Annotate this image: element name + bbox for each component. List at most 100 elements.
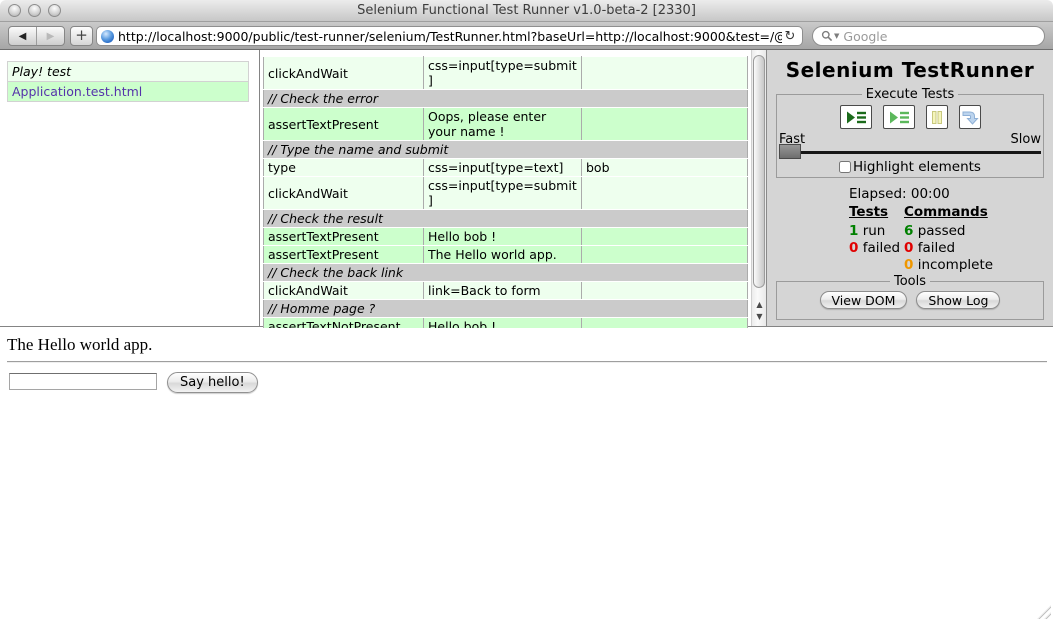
stat-value: 1 bbox=[849, 223, 858, 239]
suite-table: Play! test Application.test.html bbox=[7, 61, 249, 102]
view-dom-button[interactable]: View DOM bbox=[820, 291, 908, 309]
play-icon bbox=[888, 110, 910, 125]
target-cell: Oops, please enter your name ! bbox=[424, 108, 582, 141]
command-cell: type bbox=[264, 159, 424, 177]
pause-button[interactable] bbox=[926, 105, 948, 129]
window-title: Selenium Functional Test Runner v1.0-bet… bbox=[0, 3, 1053, 18]
stat-value: 0 bbox=[849, 240, 858, 256]
search-magnifier-icon bbox=[821, 30, 833, 42]
run-all-tests-button[interactable] bbox=[840, 105, 872, 129]
stat-header: Commands bbox=[904, 204, 993, 220]
test-table: clickAndWaitcss=input[type=submit]// Che… bbox=[263, 56, 748, 336]
forward-arrow-icon: ▶ bbox=[47, 31, 55, 42]
comment-row: // Check the result bbox=[264, 210, 748, 228]
stat-value: 6 bbox=[904, 223, 913, 239]
step-arrow-icon bbox=[960, 109, 980, 126]
browser-toolbar: ◀ ▶ + ↻ ▼ bbox=[0, 22, 1053, 50]
target-cell: css=input[type=text] bbox=[424, 159, 582, 177]
command-row: assertTextPresentOops, please enter your… bbox=[264, 108, 748, 141]
comment-row: // Type the name and submit bbox=[264, 141, 748, 159]
target-cell: link=Back to form bbox=[424, 282, 582, 300]
back-button[interactable]: ◀ bbox=[9, 27, 37, 45]
suite-test-link[interactable]: Application.test.html bbox=[12, 84, 142, 99]
stat-row: 0 failed bbox=[849, 241, 904, 255]
show-log-button[interactable]: Show Log bbox=[916, 291, 1000, 309]
slow-label: Slow bbox=[1011, 132, 1041, 147]
search-field[interactable]: ▼ bbox=[812, 26, 1045, 46]
scroll-down-arrow-icon[interactable]: ▼ bbox=[752, 312, 767, 322]
execute-tests-fieldset: Execute Tests bbox=[776, 94, 1044, 178]
comment-row: // Check the error bbox=[264, 90, 748, 108]
elapsed-time: Elapsed: 00:00 bbox=[849, 186, 950, 202]
command-cell: assertTextPresent bbox=[264, 228, 424, 246]
stat-row: 0 incomplete bbox=[904, 258, 993, 272]
command-cell: clickAndWait bbox=[264, 57, 424, 90]
run-selected-test-button[interactable] bbox=[883, 105, 915, 129]
execute-tests-legend: Execute Tests bbox=[862, 87, 959, 102]
search-input[interactable] bbox=[843, 29, 1036, 44]
stat-column-commands: Commands 6 passed 0 failed 0 incomplete bbox=[904, 204, 993, 275]
address-bar-input[interactable] bbox=[118, 29, 782, 44]
stat-row: 6 passed bbox=[904, 224, 993, 238]
nav-buttons: ◀ ▶ bbox=[8, 26, 65, 46]
tools-legend: Tools bbox=[890, 274, 930, 289]
app-heading: The Hello world app. bbox=[7, 335, 152, 355]
reload-button[interactable]: ↻ bbox=[782, 29, 798, 44]
speed-slider-thumb[interactable] bbox=[779, 144, 801, 159]
value-cell bbox=[582, 108, 748, 141]
comment-text: // Check the result bbox=[264, 210, 748, 228]
site-favicon-globe-icon bbox=[101, 30, 114, 43]
vertical-scrollbar[interactable]: ▲ ▼ bbox=[751, 50, 766, 326]
value-cell bbox=[582, 177, 748, 210]
stat-column-tests: Tests 1 run 0 failed bbox=[849, 204, 904, 275]
speed-slider-track[interactable] bbox=[779, 151, 1041, 154]
value-cell bbox=[582, 57, 748, 90]
command-cell: clickAndWait bbox=[264, 282, 424, 300]
suite-title-row: Play! test bbox=[8, 62, 249, 82]
step-button[interactable] bbox=[959, 105, 981, 129]
application-frame: The Hello world app. Say hello! bbox=[0, 328, 1053, 621]
play-all-icon bbox=[845, 110, 867, 125]
address-bar[interactable]: ↻ bbox=[96, 26, 803, 46]
titlebar: Selenium Functional Test Runner v1.0-bet… bbox=[0, 0, 1053, 22]
stats-table: Tests1 run0 failedCommands6 passed0 fail… bbox=[849, 204, 993, 275]
comment-text: // Check the back link bbox=[264, 264, 748, 282]
value-cell: bob bbox=[582, 159, 748, 177]
plus-icon: + bbox=[75, 26, 88, 44]
stat-header: Tests bbox=[849, 204, 904, 220]
add-bookmark-button[interactable]: + bbox=[70, 26, 93, 46]
highlight-row: Highlight elements bbox=[777, 159, 1043, 175]
scrollbar-thumb[interactable] bbox=[753, 55, 765, 288]
tools-fieldset: Tools View DOM Show Log bbox=[776, 281, 1044, 320]
tools-buttons: View DOM Show Log bbox=[777, 291, 1043, 309]
suite-test-row: Application.test.html bbox=[8, 82, 249, 102]
command-row: clickAndWaitcss=input[type=submit] bbox=[264, 177, 748, 210]
stat-row: 1 run bbox=[849, 224, 904, 238]
value-cell bbox=[582, 228, 748, 246]
browser-window: Selenium Functional Test Runner v1.0-bet… bbox=[0, 0, 1053, 621]
value-cell bbox=[582, 282, 748, 300]
search-dropdown-icon[interactable]: ▼ bbox=[834, 32, 839, 40]
say-hello-button[interactable]: Say hello! bbox=[167, 372, 258, 393]
command-row: assertTextPresentHello bob ! bbox=[264, 228, 748, 246]
stat-value: 0 bbox=[904, 240, 913, 256]
forward-button[interactable]: ▶ bbox=[37, 27, 64, 45]
command-cell: clickAndWait bbox=[264, 177, 424, 210]
horizontal-rule bbox=[7, 361, 1047, 363]
comment-text: // Check the error bbox=[264, 90, 748, 108]
stat-row: 0 failed bbox=[904, 241, 993, 255]
suite-title: Play! test bbox=[8, 62, 249, 82]
value-cell bbox=[582, 246, 748, 264]
panel-title: Selenium TestRunner bbox=[767, 58, 1053, 82]
scroll-up-arrow-icon[interactable]: ▲ bbox=[752, 300, 767, 310]
highlight-elements-checkbox[interactable] bbox=[839, 161, 851, 173]
command-row: clickAndWaitlink=Back to form bbox=[264, 282, 748, 300]
command-cell: assertTextPresent bbox=[264, 246, 424, 264]
comment-text: // Type the name and submit bbox=[264, 141, 748, 159]
stat-value: 0 bbox=[904, 257, 913, 273]
testrunner-frames: Play! test Application.test.html clickAnd… bbox=[0, 50, 1053, 327]
comment-text: // Homme page ? bbox=[264, 300, 748, 318]
name-input[interactable] bbox=[9, 373, 157, 390]
comment-row: // Homme page ? bbox=[264, 300, 748, 318]
target-cell: css=input[type=submit] bbox=[424, 177, 582, 210]
